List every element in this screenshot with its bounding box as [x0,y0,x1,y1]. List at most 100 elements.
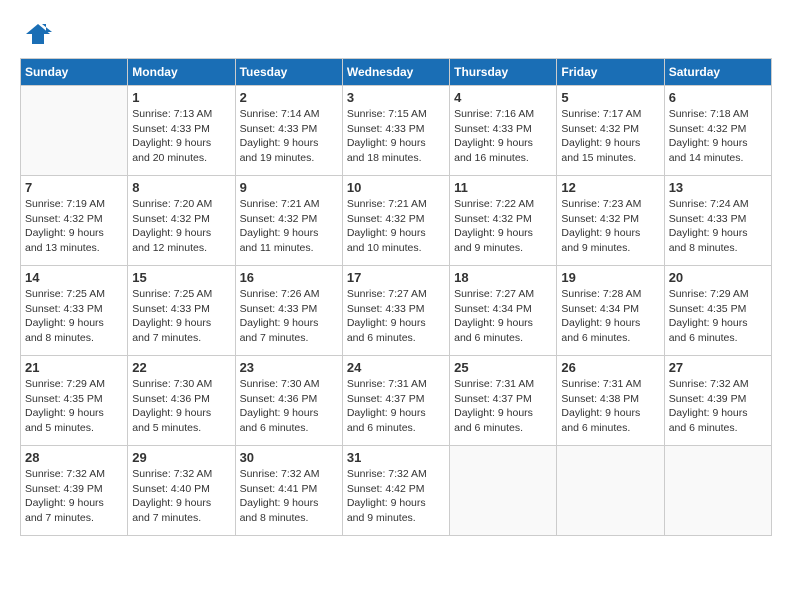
day-info: Sunrise: 7:32 AMSunset: 4:39 PMDaylight:… [669,377,767,436]
day-number: 20 [669,270,767,285]
day-cell: 14 Sunrise: 7:25 AMSunset: 4:33 PMDayligh… [21,266,128,356]
day-info: Sunrise: 7:21 AMSunset: 4:32 PMDaylight:… [240,197,338,256]
day-info: Sunrise: 7:30 AMSunset: 4:36 PMDaylight:… [240,377,338,436]
day-number: 3 [347,90,445,105]
day-info: Sunrise: 7:25 AMSunset: 4:33 PMDaylight:… [132,287,230,346]
day-number: 30 [240,450,338,465]
day-info: Sunrise: 7:31 AMSunset: 4:38 PMDaylight:… [561,377,659,436]
day-number: 29 [132,450,230,465]
day-cell: 28Sunrise: 7:32 AMSunset: 4:39 PMDayligh… [21,446,128,536]
col-header-thursday: Thursday [450,59,557,86]
day-cell: 15 Sunrise: 7:25 AMSunset: 4:33 PMDayligh… [128,266,235,356]
col-header-wednesday: Wednesday [342,59,449,86]
day-cell: 18 Sunrise: 7:27 AMSunset: 4:34 PMDayligh… [450,266,557,356]
day-cell: 11 Sunrise: 7:22 AMSunset: 4:32 PMDayligh… [450,176,557,266]
day-cell: 10Sunrise: 7:21 AMSunset: 4:32 PMDayligh… [342,176,449,266]
day-cell: 24 Sunrise: 7:31 AMSunset: 4:37 PMDayligh… [342,356,449,446]
day-number: 1 [132,90,230,105]
day-number: 2 [240,90,338,105]
day-info: Sunrise: 7:31 AMSunset: 4:37 PMDaylight:… [454,377,552,436]
day-info: Sunrise: 7:31 AMSunset: 4:37 PMDaylight:… [347,377,445,436]
day-cell: 3 Sunrise: 7:15 AMSunset: 4:33 PMDaylight… [342,86,449,176]
day-number: 23 [240,360,338,375]
day-number: 19 [561,270,659,285]
day-cell: 2 Sunrise: 7:14 AMSunset: 4:33 PMDaylight… [235,86,342,176]
day-cell: 1 Sunrise: 7:13 AMSunset: 4:33 PMDaylight… [128,86,235,176]
day-number: 16 [240,270,338,285]
day-number: 13 [669,180,767,195]
col-header-friday: Friday [557,59,664,86]
day-cell: 30 Sunrise: 7:32 AMSunset: 4:41 PMDayligh… [235,446,342,536]
day-number: 11 [454,180,552,195]
day-number: 8 [132,180,230,195]
day-cell: 7Sunrise: 7:19 AMSunset: 4:32 PMDaylight… [21,176,128,266]
day-cell: 31 Sunrise: 7:32 AMSunset: 4:42 PMDayligh… [342,446,449,536]
day-info: Sunrise: 7:15 AMSunset: 4:33 PMDaylight:… [347,107,445,166]
day-number: 31 [347,450,445,465]
day-info: Sunrise: 7:19 AMSunset: 4:32 PMDaylight:… [25,197,123,256]
day-info: Sunrise: 7:27 AMSunset: 4:34 PMDaylight:… [454,287,552,346]
day-cell: 13 Sunrise: 7:24 AMSunset: 4:33 PMDayligh… [664,176,771,266]
day-info: Sunrise: 7:32 AMSunset: 4:41 PMDaylight:… [240,467,338,526]
day-info: Sunrise: 7:32 AMSunset: 4:42 PMDaylight:… [347,467,445,526]
day-number: 22 [132,360,230,375]
day-number: 24 [347,360,445,375]
day-number: 14 [25,270,123,285]
day-cell: 19 Sunrise: 7:28 AMSunset: 4:34 PMDayligh… [557,266,664,356]
col-header-monday: Monday [128,59,235,86]
day-info: Sunrise: 7:14 AMSunset: 4:33 PMDaylight:… [240,107,338,166]
day-cell: 5Sunrise: 7:17 AMSunset: 4:32 PMDaylight… [557,86,664,176]
day-number: 4 [454,90,552,105]
day-number: 18 [454,270,552,285]
day-number: 21 [25,360,123,375]
logo [20,20,52,48]
day-info: Sunrise: 7:18 AMSunset: 4:32 PMDaylight:… [669,107,767,166]
day-cell: 27 Sunrise: 7:32 AMSunset: 4:39 PMDayligh… [664,356,771,446]
day-cell: 23 Sunrise: 7:30 AMSunset: 4:36 PMDayligh… [235,356,342,446]
day-number: 25 [454,360,552,375]
logo-icon [24,20,52,48]
day-cell: 4 Sunrise: 7:16 AMSunset: 4:33 PMDaylight… [450,86,557,176]
day-info: Sunrise: 7:13 AMSunset: 4:33 PMDaylight:… [132,107,230,166]
day-number: 9 [240,180,338,195]
week-row-4: 21Sunrise: 7:29 AMSunset: 4:35 PMDayligh… [21,356,772,446]
day-number: 28 [25,450,123,465]
day-number: 15 [132,270,230,285]
day-number: 27 [669,360,767,375]
day-cell: 16Sunrise: 7:26 AMSunset: 4:33 PMDayligh… [235,266,342,356]
day-info: Sunrise: 7:29 AMSunset: 4:35 PMDaylight:… [669,287,767,346]
day-cell: 8Sunrise: 7:20 AMSunset: 4:32 PMDaylight… [128,176,235,266]
day-info: Sunrise: 7:16 AMSunset: 4:33 PMDaylight:… [454,107,552,166]
day-info: Sunrise: 7:27 AMSunset: 4:33 PMDaylight:… [347,287,445,346]
day-number: 12 [561,180,659,195]
day-number: 17 [347,270,445,285]
page-header [20,20,772,48]
header-row: SundayMondayTuesdayWednesdayThursdayFrid… [21,59,772,86]
day-info: Sunrise: 7:22 AMSunset: 4:32 PMDaylight:… [454,197,552,256]
day-number: 26 [561,360,659,375]
week-row-1: 1 Sunrise: 7:13 AMSunset: 4:33 PMDaylight… [21,86,772,176]
day-number: 6 [669,90,767,105]
day-cell: 9 Sunrise: 7:21 AMSunset: 4:32 PMDaylight… [235,176,342,266]
week-row-3: 14 Sunrise: 7:25 AMSunset: 4:33 PMDayligh… [21,266,772,356]
day-cell [664,446,771,536]
day-cell: 29 Sunrise: 7:32 AMSunset: 4:40 PMDayligh… [128,446,235,536]
day-info: Sunrise: 7:30 AMSunset: 4:36 PMDaylight:… [132,377,230,436]
day-cell [21,86,128,176]
week-row-2: 7Sunrise: 7:19 AMSunset: 4:32 PMDaylight… [21,176,772,266]
day-cell: 20 Sunrise: 7:29 AMSunset: 4:35 PMDayligh… [664,266,771,356]
day-cell: 12 Sunrise: 7:23 AMSunset: 4:32 PMDayligh… [557,176,664,266]
day-cell: 21Sunrise: 7:29 AMSunset: 4:35 PMDayligh… [21,356,128,446]
day-info: Sunrise: 7:32 AMSunset: 4:40 PMDaylight:… [132,467,230,526]
week-row-5: 28Sunrise: 7:32 AMSunset: 4:39 PMDayligh… [21,446,772,536]
day-cell: 6 Sunrise: 7:18 AMSunset: 4:32 PMDaylight… [664,86,771,176]
day-info: Sunrise: 7:24 AMSunset: 4:33 PMDaylight:… [669,197,767,256]
day-info: Sunrise: 7:23 AMSunset: 4:32 PMDaylight:… [561,197,659,256]
day-info: Sunrise: 7:28 AMSunset: 4:34 PMDaylight:… [561,287,659,346]
col-header-saturday: Saturday [664,59,771,86]
day-cell: 25 Sunrise: 7:31 AMSunset: 4:37 PMDayligh… [450,356,557,446]
day-cell: 26 Sunrise: 7:31 AMSunset: 4:38 PMDayligh… [557,356,664,446]
col-header-tuesday: Tuesday [235,59,342,86]
day-cell [557,446,664,536]
day-info: Sunrise: 7:25 AMSunset: 4:33 PMDaylight:… [25,287,123,346]
